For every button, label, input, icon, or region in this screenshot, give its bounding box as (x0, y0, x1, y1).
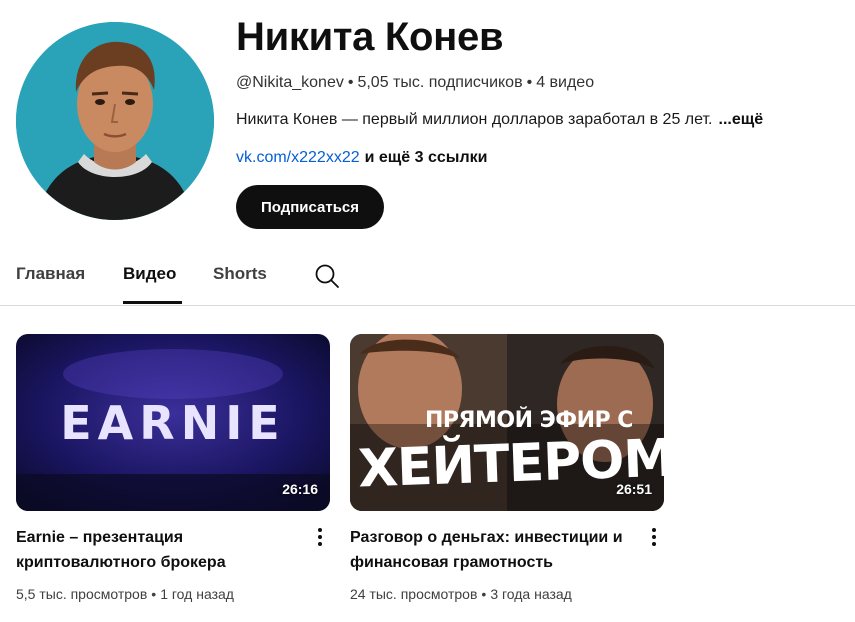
video-count: 4 видео (536, 74, 595, 91)
channel-links: vk.com/x222xx22 и ещё 3 ссылки (236, 147, 487, 169)
description-text: Никита Конев — первый миллион долларов з… (236, 111, 713, 128)
video-duration: 26:51 (616, 481, 652, 497)
video-duration: 26:16 (282, 481, 318, 497)
subscribe-button[interactable]: Подписаться (236, 185, 384, 229)
channel-tabs: Главная Видео Shorts (0, 250, 855, 306)
tab-videos[interactable]: Видео (123, 264, 176, 284)
stats-separator: • (151, 586, 157, 602)
video-thumbnail[interactable]: EARNIE 26:16 (16, 334, 330, 511)
thumbnail-title: EARNIE (60, 396, 286, 450)
more-options-icon[interactable] (314, 525, 326, 549)
avatar-portrait (16, 22, 214, 220)
search-icon[interactable] (313, 262, 341, 290)
channel-meta: @Nikita_konev • 5,05 тыс. подписчиков • 4 ви… (236, 72, 594, 94)
video-thumbnail[interactable]: ПРЯМОЙ ЭФИР С ХЕЙТЕРОМ 26:51 (350, 334, 664, 511)
channel-handle: @Nikita_konev (236, 74, 344, 91)
meta-separator: • (526, 74, 533, 91)
meta-separator: • (347, 74, 354, 91)
view-count: 5,5 тыс. просмотров (16, 586, 148, 602)
video-stats: 5,5 тыс. просмотров • 1 год назад (16, 586, 330, 602)
subscriber-count: 5,05 тыс. подписчиков (357, 74, 523, 91)
thumbnail-subtitle: ПРЯМОЙ ЭФИР С (425, 408, 633, 433)
video-stats: 24 тыс. просмотров • 3 года назад (350, 586, 664, 602)
video-title[interactable]: Разговор о деньгах: инвестиции и финансо… (350, 525, 630, 575)
upload-age: 1 год назад (160, 586, 234, 602)
stats-separator: • (481, 586, 487, 602)
description-more-link[interactable]: ...ещё (719, 111, 764, 128)
video-card[interactable]: EARNIE 26:16 Earnie – презентация крипто… (16, 334, 330, 602)
video-card[interactable]: ПРЯМОЙ ЭФИР С ХЕЙТЕРОМ 26:51 Разговор о … (350, 334, 664, 602)
active-tab-indicator (123, 301, 182, 304)
view-count: 24 тыс. просмотров (350, 586, 478, 602)
channel-description[interactable]: Никита Конев — первый миллион долларов з… (236, 109, 763, 131)
more-links-button[interactable]: и ещё 3 ссылки (365, 149, 488, 166)
channel-name: Никита Конев (236, 15, 504, 59)
more-options-icon[interactable] (648, 525, 660, 549)
tab-home[interactable]: Главная (16, 264, 85, 284)
tab-shorts[interactable]: Shorts (213, 264, 267, 284)
channel-link[interactable]: vk.com/x222xx22 (236, 149, 360, 166)
upload-age: 3 года назад (490, 586, 572, 602)
channel-avatar[interactable] (16, 22, 214, 220)
video-title[interactable]: Earnie – презентация криптовалютного бро… (16, 525, 296, 575)
